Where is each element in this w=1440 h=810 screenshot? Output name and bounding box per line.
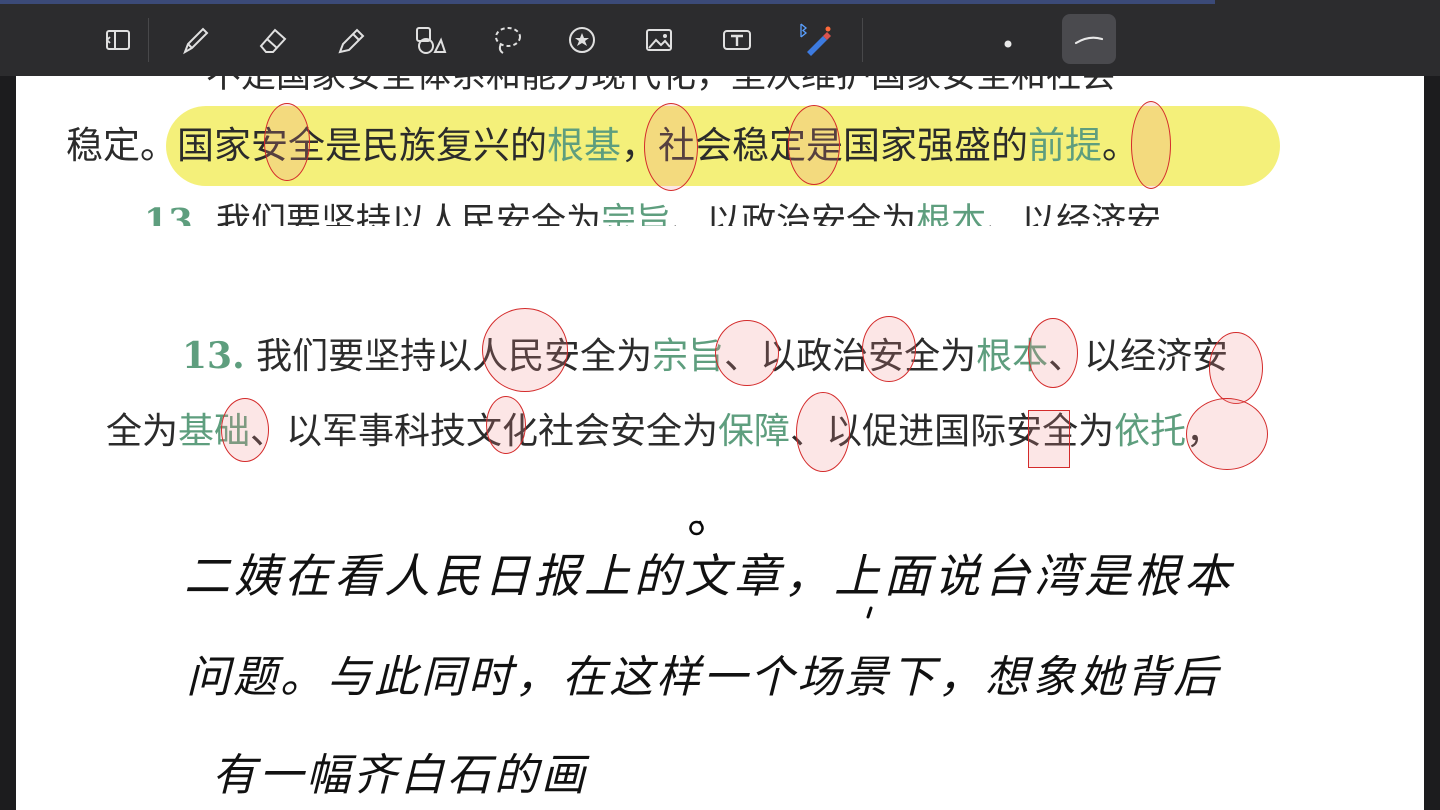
annotation-toolbar (0, 0, 1440, 76)
text-tool-icon[interactable] (715, 18, 759, 62)
highlighter-tool-icon[interactable] (329, 18, 373, 62)
sticker-tool-icon[interactable] (560, 18, 604, 62)
shape-tool-icon[interactable] (407, 18, 451, 62)
stroke-style-icon[interactable] (1062, 14, 1116, 64)
handwriting-line1: 二姨在看人民日报上的文章，上面说台湾是根本 (184, 549, 1234, 603)
toolbar-accent-line (0, 0, 1215, 4)
toolbar-separator (862, 18, 863, 62)
handwriting-line2: 问题。与此同时，在这样一个场景下，想象她背后 (186, 652, 1220, 703)
lasso-tool-icon[interactable] (485, 18, 529, 62)
eraser-tool-icon[interactable] (251, 18, 295, 62)
pen-tool-icon[interactable] (173, 18, 217, 62)
document-page: 不是国家安全体系和能力现代化，坚决维护国家安全和社会 稳定。国家安全是民族复兴的… (16, 76, 1424, 810)
stroke-size-dot-icon[interactable] (986, 18, 1030, 62)
image-tool-icon[interactable] (637, 18, 681, 62)
bluetooth-stylus-icon[interactable] (793, 18, 837, 62)
toolbar-separator (148, 18, 149, 62)
handwriting-line3: 有一幅齐白石的画 (212, 750, 588, 801)
sidebar-toggle-icon[interactable] (95, 18, 139, 62)
